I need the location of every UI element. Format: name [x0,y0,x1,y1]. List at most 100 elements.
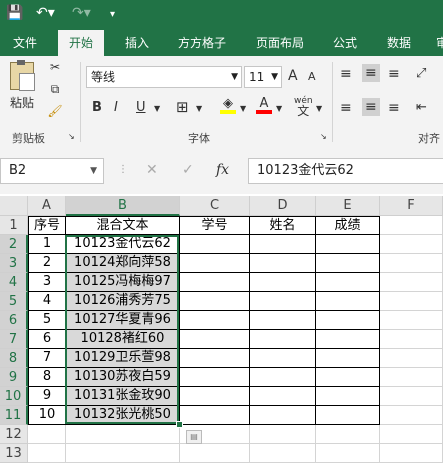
chevron-down-icon[interactable]: ▼ [240,104,246,113]
table-cell[interactable] [380,254,443,273]
table-cell[interactable] [316,387,380,406]
table-cell[interactable] [380,444,443,463]
tab-review[interactable]: 审 [432,30,443,56]
table-cell[interactable] [316,406,380,425]
formula-input[interactable]: 10123金代云62 [248,158,443,184]
column-header-d[interactable]: D [250,196,316,216]
table-cell[interactable] [380,425,443,444]
select-all-corner[interactable] [0,196,28,216]
table-cell[interactable] [380,368,443,387]
table-cell[interactable] [180,349,250,368]
italic-button[interactable]: I [114,100,118,115]
table-cell[interactable]: 10130苏夜白59 [66,368,180,387]
align-bottom-icon[interactable]: ≡ [388,66,400,82]
row-header[interactable]: 6 [0,311,28,330]
tab-home[interactable]: 开始 [58,30,104,56]
orientation-icon[interactable]: ⤢ [416,66,426,81]
table-cell[interactable] [380,292,443,311]
save-icon[interactable]: 💾 [6,5,23,21]
table-cell[interactable]: 10126浦秀芳75 [66,292,180,311]
font-size-select[interactable]: 11 ▼ [244,66,282,88]
row-header[interactable]: 12 [0,425,28,444]
tab-data[interactable]: 数据 [378,30,420,56]
table-cell[interactable]: 10125冯梅梅97 [66,273,180,292]
cut-icon[interactable]: ✂ [46,60,64,74]
table-cell[interactable] [180,235,250,254]
table-cell[interactable] [380,349,443,368]
row-header[interactable]: 1 [0,216,28,235]
column-header-f[interactable]: F [380,196,443,216]
header-cell[interactable]: 学号 [180,216,250,235]
table-cell[interactable] [380,311,443,330]
customize-qat-icon[interactable]: ▾ [110,9,115,20]
table-cell[interactable] [250,349,316,368]
table-cell[interactable]: 10123金代云62 [66,235,180,254]
table-cell[interactable] [250,387,316,406]
fill-handle[interactable] [176,421,183,428]
row-header[interactable]: 10 [0,387,28,406]
table-cell[interactable] [316,254,380,273]
enter-icon[interactable]: ✓ [182,162,194,178]
table-cell[interactable]: 9 [28,387,66,406]
table-cell[interactable]: 1 [28,235,66,254]
table-cell[interactable]: 10131张金玫90 [66,387,180,406]
table-cell[interactable] [316,368,380,387]
underline-button[interactable]: U [136,100,146,115]
paste-button[interactable]: 粘贴 [6,60,38,112]
table-cell[interactable] [250,292,316,311]
table-cell[interactable] [250,254,316,273]
redo-icon[interactable]: ↷▾ [72,5,91,21]
table-cell[interactable]: 2 [28,254,66,273]
tab-page-layout[interactable]: 页面布局 [248,30,312,56]
table-cell[interactable]: 10 [28,406,66,425]
tab-insert[interactable]: 插入 [114,30,160,56]
row-header[interactable]: 3 [0,254,28,273]
cancel-icon[interactable]: ✕ [146,162,158,178]
font-launcher-icon[interactable]: ↘ [320,132,327,141]
grow-font-button[interactable]: A [288,68,298,84]
chevron-down-icon[interactable]: ▼ [316,104,322,113]
chevron-down-icon[interactable]: ▼ [276,104,282,113]
table-cell[interactable]: 10132张光桃50 [66,406,180,425]
font-name-select[interactable]: 等线 ▼ [86,66,242,88]
table-cell[interactable] [380,273,443,292]
row-header[interactable]: 7 [0,330,28,349]
table-cell[interactable]: 6 [28,330,66,349]
column-header-c[interactable]: C [180,196,250,216]
table-cell[interactable]: 7 [28,349,66,368]
tab-fangfang[interactable]: 方方格子 [170,30,234,56]
bold-button[interactable]: B [92,100,102,115]
row-header[interactable]: 8 [0,349,28,368]
row-header[interactable]: 13 [0,444,28,463]
row-header[interactable]: 9 [0,368,28,387]
align-middle-icon[interactable]: ≡ [362,64,380,82]
quick-analysis-icon[interactable]: ▤ [186,430,202,444]
table-cell[interactable] [316,444,380,463]
table-cell[interactable] [66,425,180,444]
chevron-down-icon[interactable]: ▼ [196,104,202,113]
table-cell[interactable]: 10129卫乐萱98 [66,349,180,368]
table-cell[interactable] [316,425,380,444]
table-cell[interactable] [316,292,380,311]
table-cell[interactable] [180,273,250,292]
shrink-font-button[interactable]: A [308,70,316,83]
table-cell[interactable] [180,292,250,311]
table-cell[interactable] [180,406,250,425]
row-header[interactable]: 2 [0,235,28,254]
align-center-icon[interactable]: ≡ [362,98,380,116]
align-left-icon[interactable]: ≡ [340,100,352,116]
table-cell[interactable] [316,330,380,349]
insert-function-icon[interactable]: fx [216,162,229,178]
font-color-icon[interactable]: A [256,96,272,114]
table-cell[interactable] [380,330,443,349]
table-cell[interactable] [28,444,66,463]
table-cell[interactable] [180,387,250,406]
table-cell[interactable] [250,444,316,463]
phonetic-guide-icon[interactable]: wén 文 [294,96,313,117]
table-cell[interactable] [250,330,316,349]
borders-icon[interactable]: ⊞ [176,98,189,116]
table-cell[interactable]: 3 [28,273,66,292]
align-right-icon[interactable]: ≡ [388,100,400,116]
table-cell[interactable] [66,444,180,463]
table-cell[interactable]: 5 [28,311,66,330]
